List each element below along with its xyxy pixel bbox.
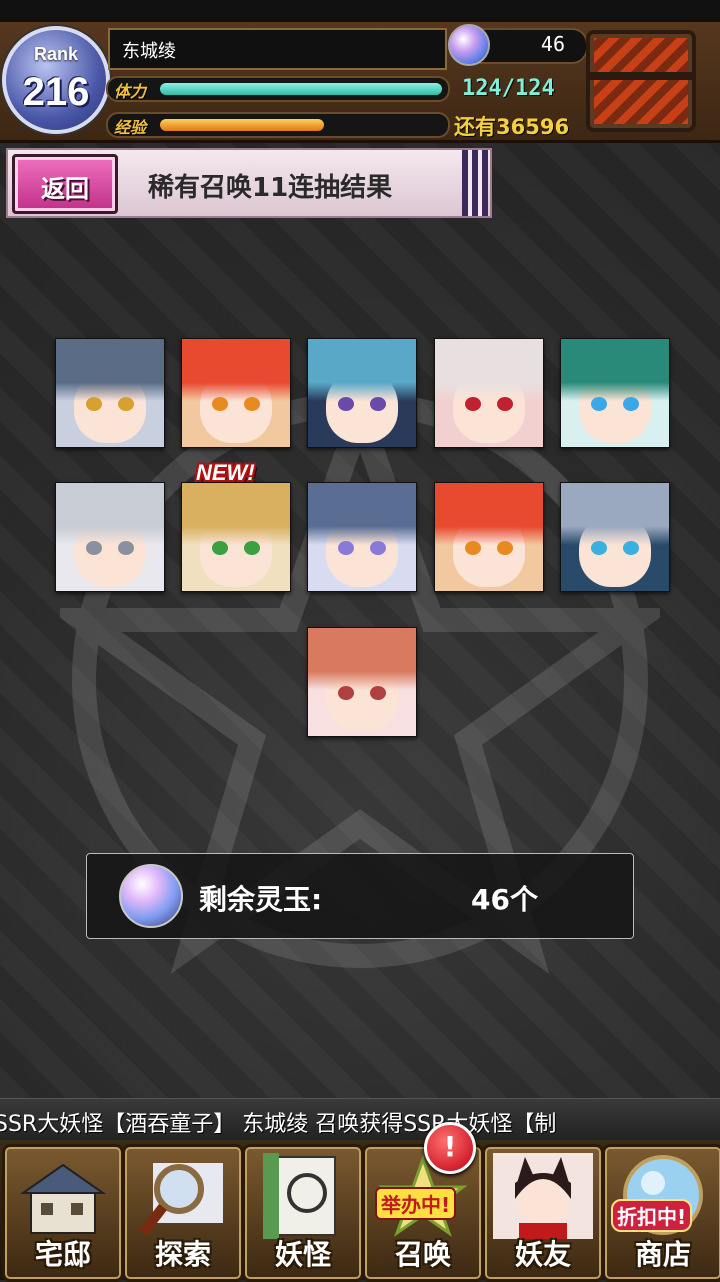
- portrait-eye: [212, 541, 228, 555]
- portrait-eye: [338, 541, 354, 555]
- stamina-value: 124/124: [462, 76, 555, 101]
- portrait-eye: [118, 541, 134, 555]
- nav-shop[interactable]: 折扣中! 商店: [602, 1144, 720, 1282]
- result-card-1[interactable]: [55, 338, 165, 448]
- remaining-jade-value: 46个: [471, 883, 538, 916]
- rank-value: 216: [22, 70, 90, 114]
- portrait-hair: [561, 339, 669, 401]
- result-card-10[interactable]: [560, 482, 670, 592]
- portrait-eye: [118, 397, 134, 411]
- portrait-eye: [244, 541, 260, 555]
- portrait-eye: [465, 397, 481, 411]
- page-title: 稀有召唤11连抽结果: [148, 173, 393, 203]
- result-card-3[interactable]: [307, 338, 417, 448]
- portrait-eye: [465, 541, 481, 555]
- news-ticker: SSR大妖怪【酒吞童子】 东城绫 召唤获得SSR大妖怪【制: [0, 1098, 720, 1141]
- exp-label: 经验: [114, 118, 147, 137]
- exp-bar: 经验: [106, 112, 450, 138]
- rank-label: Rank: [33, 44, 78, 64]
- portrait-eye: [338, 686, 354, 700]
- stamina-bar: 体力: [106, 76, 450, 102]
- nav-mansion-label: 宅邸: [34, 1238, 91, 1271]
- shop-sale-ribbon: 折扣中!: [611, 1199, 693, 1232]
- nav-explore[interactable]: 探索: [122, 1144, 244, 1282]
- nav-yokai[interactable]: 妖怪: [242, 1144, 364, 1282]
- status-bar: Rank 216 东城绫 体力 经验 46 124/124 还有36596: [0, 0, 720, 143]
- nav-shop-label: 商店: [634, 1238, 691, 1271]
- exp-remaining: 还有36596: [454, 115, 570, 139]
- player-name-box: 东城绫: [108, 28, 447, 70]
- portrait-hair: [56, 339, 164, 401]
- jade-icon: [448, 24, 490, 66]
- rank-badge[interactable]: Rank 216: [2, 26, 110, 134]
- portrait-hair: [182, 483, 290, 545]
- back-label: 返回: [41, 175, 89, 203]
- gift-chest-icon[interactable]: [586, 30, 696, 132]
- portrait-eye: [244, 397, 260, 411]
- summon-alert-badge[interactable]: !: [424, 1122, 476, 1174]
- summon-event-ribbon: 举办中!: [375, 1187, 457, 1220]
- portrait-eye: [370, 686, 386, 700]
- portrait-eye: [86, 397, 102, 411]
- jade-orb-icon: [119, 864, 183, 928]
- mansion-icon: [19, 1163, 107, 1234]
- portrait-eye: [338, 397, 354, 411]
- nav-explore-label: 探索: [154, 1238, 211, 1271]
- page-header: 返回 稀有召唤11连抽结果: [6, 148, 492, 218]
- portrait-eye: [623, 541, 639, 555]
- portrait-hair: [56, 483, 164, 545]
- result-card-11[interactable]: [307, 627, 417, 737]
- result-card-7[interactable]: [181, 482, 291, 592]
- scroll-icon: [263, 1153, 336, 1239]
- nav-summon-label: 召唤: [394, 1238, 451, 1271]
- portrait-eye: [370, 541, 386, 555]
- portrait-eye: [591, 397, 607, 411]
- result-card-5[interactable]: [560, 338, 670, 448]
- portrait-eye: [86, 541, 102, 555]
- portrait-eye: [497, 541, 513, 555]
- result-card-6[interactable]: [55, 482, 165, 592]
- portrait-eye: [370, 397, 386, 411]
- portrait-eye: [591, 541, 607, 555]
- portrait-hair: [308, 339, 416, 401]
- result-card-8[interactable]: [307, 482, 417, 592]
- bottom-nav: 宅邸 探索 妖怪 举办中! 召唤 妖友 折扣中! 商店: [0, 1140, 720, 1282]
- magnifier-icon: [139, 1163, 223, 1237]
- remaining-jade-label: 剩余灵玉:: [199, 883, 323, 916]
- portrait-hair: [182, 339, 290, 401]
- nav-friends[interactable]: 妖友: [482, 1144, 604, 1282]
- portrait-eye: [623, 397, 639, 411]
- portrait-eye: [212, 397, 228, 411]
- new-badge: NEW!: [196, 460, 255, 485]
- ticker-text: SSR大妖怪【酒吞童子】 东城绫 召唤获得SSR大妖怪【制: [0, 1112, 557, 1137]
- portrait-hair: [435, 339, 543, 401]
- back-button[interactable]: 返回: [12, 154, 118, 214]
- exp-fill: [160, 119, 324, 131]
- portrait-hair: [308, 628, 416, 690]
- nav-yokai-label: 妖怪: [274, 1238, 331, 1271]
- portrait-hair: [308, 483, 416, 545]
- portrait-hair: [561, 483, 669, 545]
- stamina-fill: [160, 83, 442, 95]
- jade-count: 46: [540, 32, 565, 56]
- stamina-label: 体力: [114, 82, 147, 101]
- portrait-eye: [497, 397, 513, 411]
- nav-friends-label: 妖友: [514, 1238, 571, 1271]
- friend-icon: [493, 1153, 593, 1239]
- remaining-jade-panel: 剩余灵玉: 46个: [86, 853, 634, 939]
- nav-mansion[interactable]: 宅邸: [2, 1144, 124, 1282]
- result-card-2[interactable]: [181, 338, 291, 448]
- portrait-hair: [435, 483, 543, 545]
- player-name: 东城绫: [122, 41, 176, 62]
- banner-decoration: [462, 150, 488, 216]
- result-card-9[interactable]: [434, 482, 544, 592]
- result-card-4[interactable]: [434, 338, 544, 448]
